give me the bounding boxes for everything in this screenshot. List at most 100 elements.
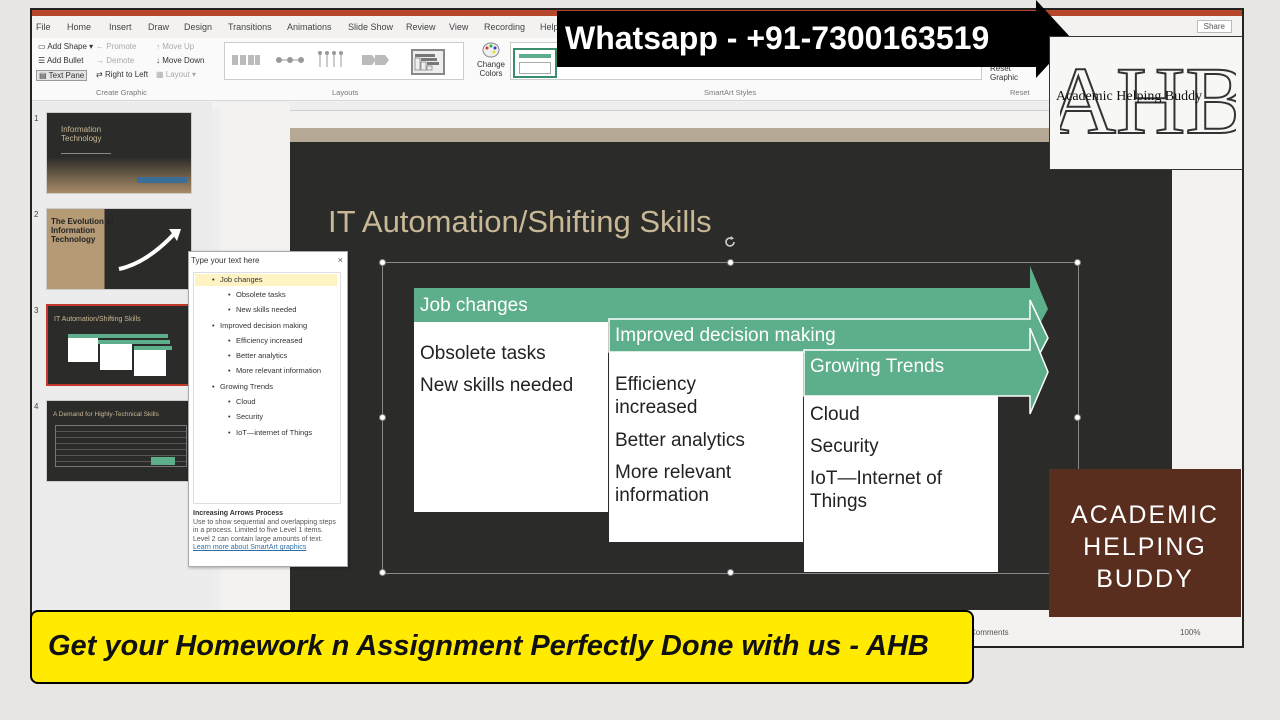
slide-thumb-box-1 — [68, 338, 98, 362]
selection-highlight — [195, 274, 337, 286]
tab-view[interactable]: View — [449, 22, 468, 32]
resize-handle[interactable] — [727, 569, 734, 576]
zoom-level[interactable]: 100% — [1180, 628, 1200, 637]
layout-name: Increasing Arrows Process — [193, 510, 284, 517]
layout-thumb-2[interactable] — [275, 49, 305, 71]
tab-help[interactable]: Help — [540, 22, 559, 32]
layout-thumb-3[interactable] — [317, 49, 347, 71]
tab-design[interactable]: Design — [184, 22, 212, 32]
tab-slide-show[interactable]: Slide Show — [348, 22, 393, 32]
layout-thumb-increasing-arrows[interactable] — [411, 49, 445, 75]
text-pane-item[interactable]: Efficiency increased — [228, 336, 303, 345]
change-colors-label: Change Colors — [476, 60, 506, 78]
curved-arrow-icon — [118, 229, 181, 271]
ahb-logo: AHB Academic Helping Buddy — [1049, 36, 1243, 170]
share-button[interactable]: Share — [1196, 20, 1232, 33]
add-shape-label: Add Shape — [47, 42, 87, 51]
text-pane-item[interactable]: Job changes — [212, 275, 262, 284]
resize-handle[interactable] — [1074, 259, 1081, 266]
layouts-group-label: Layouts — [332, 88, 359, 97]
move-up-label: Move Up — [162, 42, 195, 51]
text-pane-item[interactable]: Growing Trends — [212, 382, 273, 391]
slides-panel: 1 Information Technology 2 The Evolution… — [32, 102, 212, 622]
promote-label: Promote — [106, 42, 137, 51]
text-pane-item[interactable]: Better analytics — [228, 351, 287, 360]
layout-thumb-4[interactable] — [361, 49, 391, 71]
slide-thumb-4[interactable]: A Demand for Highly-Technical Skills — [46, 400, 192, 482]
tab-home[interactable]: Home — [67, 22, 91, 32]
layouts-gallery[interactable] — [224, 42, 464, 80]
tab-transitions[interactable]: Transitions — [228, 22, 272, 32]
logo2-line-2: HELPING — [1083, 533, 1207, 561]
move-up-button[interactable]: ↑ Move Up — [156, 42, 194, 51]
text-pane-header: Type your text here — [191, 256, 260, 265]
promo-banner: Get your Homework n Assignment Perfectly… — [30, 610, 974, 684]
arrow-2-line-1[interactable]: Efficiency increased — [615, 373, 745, 419]
resize-handle[interactable] — [379, 569, 386, 576]
text-pane-item[interactable]: Cloud — [228, 397, 255, 406]
arrow-3-line-1[interactable]: Cloud — [810, 403, 860, 426]
text-pane-item[interactable]: IoT—internet of Things — [228, 428, 312, 437]
text-pane-item[interactable]: Security — [228, 412, 263, 421]
rotate-handle-icon[interactable] — [723, 235, 737, 249]
close-icon[interactable]: × — [338, 255, 343, 265]
tab-file[interactable]: File — [36, 22, 51, 32]
resize-handle[interactable] — [379, 414, 386, 421]
arrow-1-line-1[interactable]: Obsolete tasks — [420, 342, 546, 365]
ahb-logo-text: Academic Helping Buddy — [1056, 89, 1203, 104]
comments-button[interactable]: Comments — [970, 628, 1009, 637]
change-colors-button[interactable]: Change Colors — [476, 42, 506, 78]
slide-thumb-2[interactable]: The Evolution of Information Technology — [46, 208, 192, 290]
logo2-line-1: ACADEMIC — [1071, 501, 1219, 529]
arrow-3-line-2[interactable]: Security — [810, 435, 879, 458]
style-thumb-1[interactable] — [513, 48, 557, 78]
slide-thumb-body — [61, 153, 111, 178]
slide-number: 4 — [34, 402, 39, 411]
slide-number: 3 — [34, 306, 39, 315]
arrow-3-line-3[interactable]: IoT—Internet of Things — [810, 467, 970, 513]
resize-handle[interactable] — [379, 259, 386, 266]
create-graphic-group-label: Create Graphic — [96, 88, 147, 97]
text-pane-item[interactable]: New skills needed — [228, 305, 297, 314]
slide-thumb-3[interactable]: IT Automation/Shifting Skills — [46, 304, 192, 386]
tab-insert[interactable]: Insert — [109, 22, 132, 32]
text-pane-button[interactable]: ▤ Text Pane — [36, 70, 88, 81]
slide-thumb-1[interactable]: Information Technology — [46, 112, 192, 194]
arrow-2-line-3[interactable]: More relevant information — [615, 461, 775, 507]
arrow-3-header[interactable]: Growing Trends — [810, 356, 944, 378]
learn-more-link[interactable]: Learn more about SmartArt graphics — [193, 544, 306, 551]
add-bullet-button[interactable]: ☰ Add Bullet — [38, 56, 83, 65]
promote-button[interactable]: ← Promote — [96, 42, 136, 51]
demote-button[interactable]: → Demote — [96, 56, 134, 65]
layout-thumb-1[interactable] — [231, 49, 261, 71]
layout-label: Layout — [165, 70, 190, 79]
text-pane-item[interactable]: Improved decision making — [212, 321, 307, 330]
reset-group-label: Reset — [1010, 88, 1030, 97]
layout-description: Use to show sequential and overlapping s… — [193, 518, 336, 543]
arrow-1-line-2[interactable]: New skills needed — [420, 374, 573, 397]
palette-icon — [482, 42, 500, 58]
tab-draw[interactable]: Draw — [148, 22, 169, 32]
tab-review[interactable]: Review — [406, 22, 436, 32]
layout-button[interactable]: ▦ Layout ▾ — [156, 70, 196, 79]
slide-number: 1 — [34, 114, 39, 123]
slide-thumb-title: IT Automation/Shifting Skills — [54, 316, 141, 323]
tab-animations[interactable]: Animations — [287, 22, 332, 32]
text-pane-item[interactable]: More relevant information — [228, 366, 321, 375]
promo-banner-text: Get your Homework n Assignment Perfectly… — [48, 630, 929, 662]
tab-recording[interactable]: Recording — [484, 22, 525, 32]
right-to-left-button[interactable]: ⇄ Right to Left — [96, 70, 148, 79]
arrow-1-header[interactable]: Job changes — [420, 295, 528, 317]
slide-thumb-box-3 — [134, 350, 166, 376]
move-down-button[interactable]: ↓ Move Down — [156, 56, 204, 65]
text-pane-label: Text Pane — [48, 71, 85, 80]
text-pane-footer: Increasing Arrows Process Use to show se… — [193, 510, 339, 553]
slide-number: 2 — [34, 210, 39, 219]
whatsapp-text: Whatsapp - +91-7300163519 — [565, 20, 990, 56]
slide-title[interactable]: IT Automation/Shifting Skills — [328, 204, 712, 240]
resize-handle[interactable] — [1074, 414, 1081, 421]
add-shape-button[interactable]: ▭ Add Shape ▾ — [38, 42, 93, 51]
arrow-2-line-2[interactable]: Better analytics — [615, 429, 745, 452]
text-pane-item[interactable]: Obsolete tasks — [228, 290, 286, 299]
text-pane-list[interactable]: Job changes Obsolete tasks New skills ne… — [193, 272, 341, 504]
